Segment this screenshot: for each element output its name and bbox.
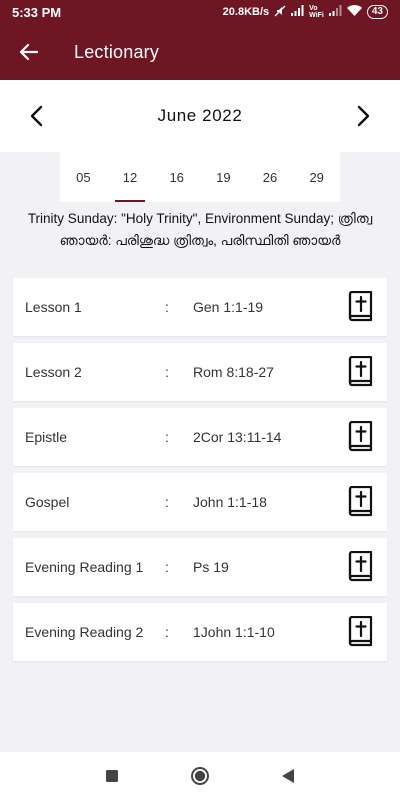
app-bar: Lectionary <box>0 24 400 80</box>
back-triangle-icon <box>282 769 294 783</box>
date-tab[interactable]: 05 <box>60 152 107 202</box>
battery-icon: 43 <box>366 5 388 19</box>
reading-reference: Gen 1:1-19 <box>193 299 264 315</box>
reading-card[interactable]: Gospel : John 1:1-18 <box>13 473 387 531</box>
open-bible-button[interactable] <box>333 603 387 661</box>
open-bible-button[interactable] <box>333 278 387 336</box>
reading-label: Evening Reading 2 <box>25 624 144 640</box>
date-tab-selected[interactable]: 12 <box>107 152 154 202</box>
reading-separator: : <box>165 299 169 315</box>
reading-reference: Ps 19 <box>193 559 229 575</box>
open-bible-button[interactable] <box>333 473 387 531</box>
date-tab[interactable]: 16 <box>153 152 200 202</box>
home-button[interactable] <box>185 761 215 791</box>
status-time: 5:33 PM <box>12 4 62 20</box>
reading-label: Gospel <box>25 494 70 510</box>
status-icons: 20.8KB/s Vo WiFi 43 <box>223 5 388 20</box>
net-speed: 20.8KB/s <box>222 6 270 18</box>
month-label: June 2022 <box>157 106 243 125</box>
reading-separator: : <box>165 559 169 575</box>
reading-reference: John 1:1-18 <box>193 494 267 510</box>
readings-list: Lesson 1 : Gen 1:1-19 Lesson 2 : Rom 8:1… <box>13 278 387 668</box>
reading-separator: : <box>165 429 169 445</box>
bible-icon <box>348 356 373 387</box>
reading-card[interactable]: Evening Reading 1 : Ps 19 <box>13 538 387 596</box>
arrow-left-icon <box>19 43 39 61</box>
date-tab[interactable]: 19 <box>200 152 247 202</box>
reading-separator: : <box>165 494 169 510</box>
chevron-right-icon <box>357 105 370 127</box>
reading-card[interactable]: Epistle : 2Cor 13:11-14 <box>13 408 387 466</box>
mute-icon <box>274 5 286 20</box>
open-bible-button[interactable] <box>333 538 387 596</box>
bible-icon <box>348 486 373 517</box>
reading-reference: 2Cor 13:11-14 <box>193 429 282 445</box>
prev-month-button[interactable] <box>20 100 52 132</box>
reading-label: Lesson 2 <box>25 364 82 380</box>
volte-icon: Vo WiFi <box>309 5 324 19</box>
date-tab[interactable]: 26 <box>247 152 294 202</box>
date-selector: 05 12 16 19 26 29 <box>60 152 340 202</box>
occasion-title: Trinity Sunday: "Holy Trinity", Environm… <box>27 211 373 248</box>
back-button[interactable] <box>0 24 58 80</box>
reading-reference: Rom 8:18-27 <box>193 364 274 380</box>
open-bible-button[interactable] <box>333 408 387 466</box>
reading-label: Epistle <box>25 429 68 445</box>
bible-icon <box>348 421 373 452</box>
signal-icon <box>328 5 342 19</box>
reading-reference: 1John 1:1-10 <box>193 624 275 640</box>
reading-card[interactable]: Evening Reading 2 : 1John 1:1-10 <box>13 603 387 661</box>
bible-icon <box>348 291 373 322</box>
home-circle-icon <box>191 767 209 785</box>
reading-card[interactable]: Lesson 1 : Gen 1:1-19 <box>13 278 387 336</box>
bible-icon <box>348 616 373 647</box>
system-nav-bar <box>0 752 400 800</box>
signal-icon <box>291 5 304 19</box>
recents-square-icon <box>106 770 118 782</box>
date-tab[interactable]: 29 <box>293 152 340 202</box>
reading-separator: : <box>165 624 169 640</box>
open-bible-button[interactable] <box>333 343 387 401</box>
chevron-left-icon <box>30 105 43 127</box>
system-back-button[interactable] <box>273 761 303 791</box>
reading-separator: : <box>165 364 169 380</box>
next-month-button[interactable] <box>348 100 380 132</box>
page-title: Lectionary <box>74 41 160 62</box>
reading-label: Lesson 1 <box>25 299 82 315</box>
wifi-icon <box>346 5 362 19</box>
status-bar: 5:33 PM 20.8KB/s Vo WiFi 43 <box>0 0 400 24</box>
reading-label: Evening Reading 1 <box>25 559 144 575</box>
reading-card[interactable]: Lesson 2 : Rom 8:18-27 <box>13 343 387 401</box>
month-navigator: June 2022 <box>0 80 400 152</box>
recents-button[interactable] <box>97 761 127 791</box>
bible-icon <box>348 551 373 582</box>
